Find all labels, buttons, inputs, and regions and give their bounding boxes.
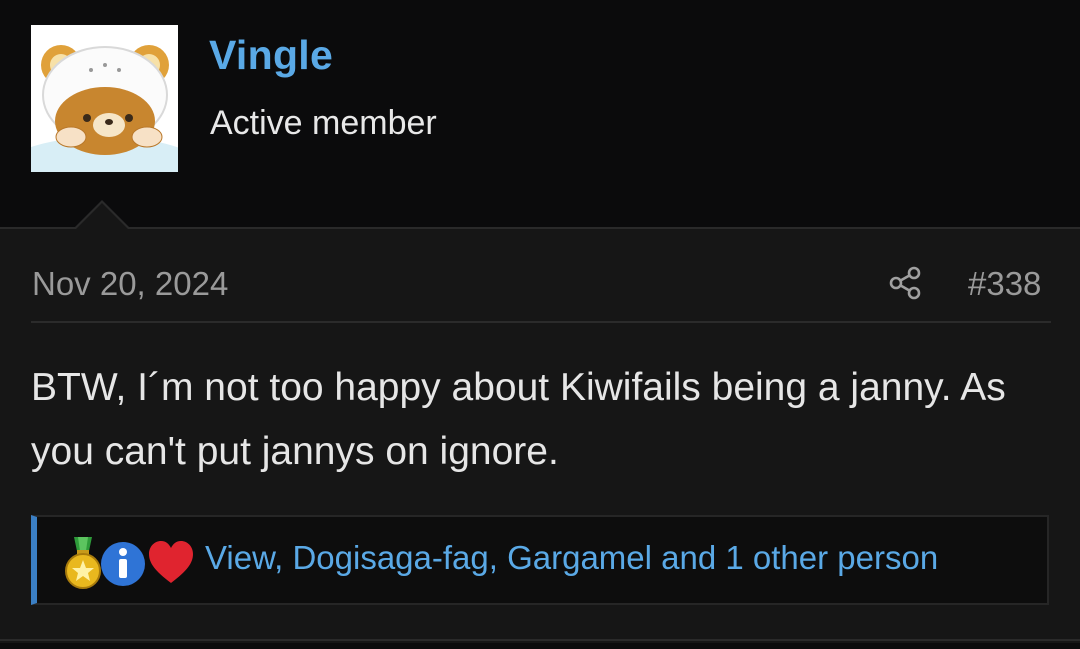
post-number-link[interactable]: #338 [968, 265, 1041, 303]
user-title: Active member [210, 104, 437, 142]
reaction-summary-link[interactable]: View, Dogisaga-fag, Gargamel and 1 other… [205, 539, 938, 577]
share-icon[interactable] [887, 264, 925, 302]
post-arrow [76, 203, 128, 229]
bear-avatar-icon [31, 25, 178, 172]
medal-icon [65, 537, 101, 589]
reactions-bar[interactable]: View, Dogisaga-fag, Gargamel and 1 other… [31, 515, 1049, 605]
info-icon [101, 542, 145, 586]
username-link[interactable]: Vingle [209, 32, 333, 79]
post-date[interactable]: Nov 20, 2024 [32, 265, 228, 303]
post-bottom-border [0, 639, 1080, 641]
user-avatar[interactable] [31, 25, 178, 172]
post-header: Vingle Active member [0, 0, 1080, 228]
post-body-text: BTW, I´m not too happy about Kiwifails b… [31, 366, 1006, 473]
divider [31, 321, 1051, 323]
heart-icon [149, 541, 193, 583]
